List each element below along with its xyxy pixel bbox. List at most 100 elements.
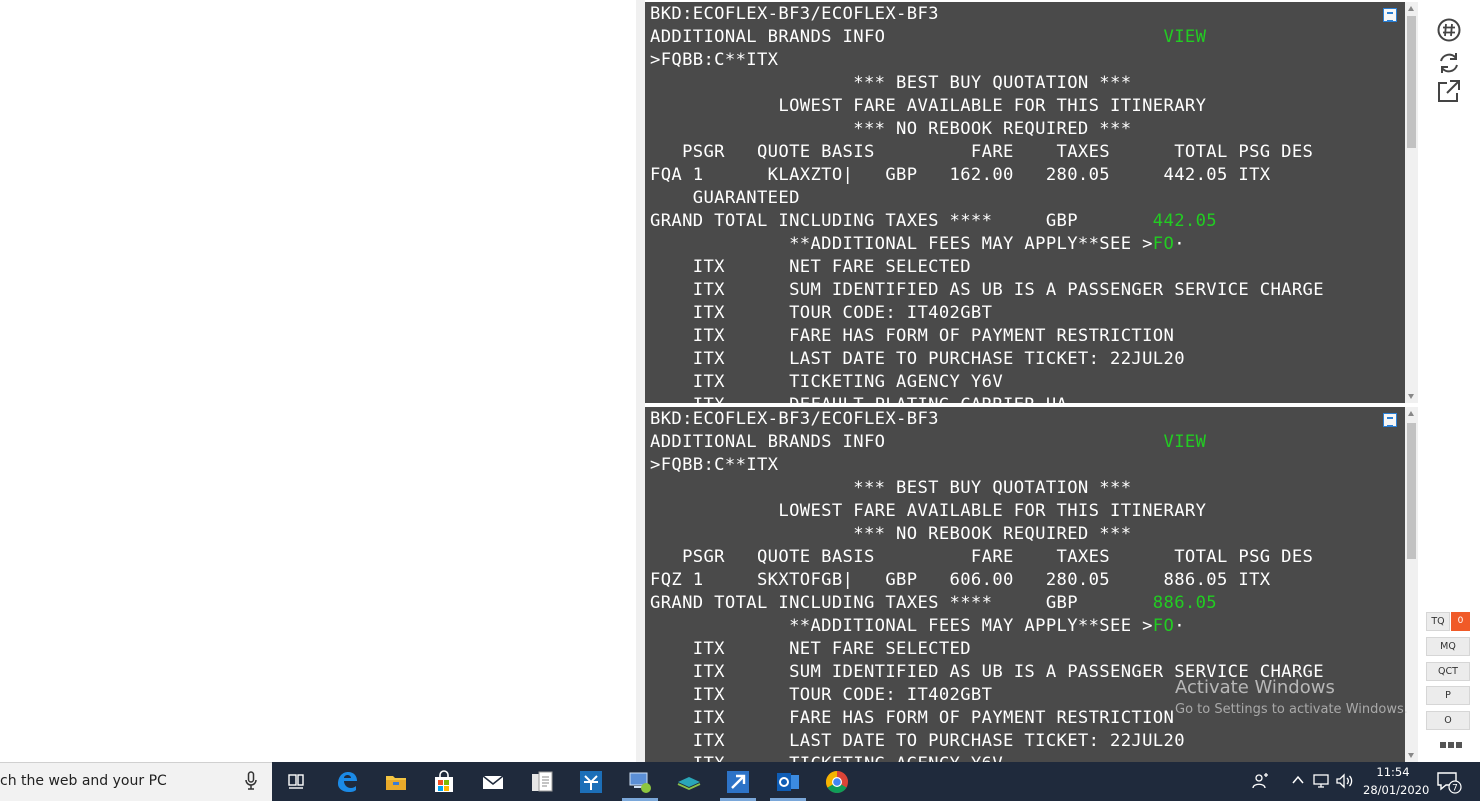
terminal-text: PSGR QUOTE BASIS FARE TAXES TOTAL PSG DE… — [650, 547, 1314, 567]
highlighted-text[interactable]: VIEW — [1164, 27, 1207, 47]
terminal-text: ITX DEFAULT PLATING CARRIER UA — [650, 395, 1067, 403]
store-icon[interactable] — [429, 767, 459, 797]
tq-button[interactable]: TQ — [1426, 612, 1450, 631]
o-button[interactable]: O — [1426, 711, 1470, 730]
terminal-text: GRAND TOTAL INCLUDING TAXES **** GBP — [650, 593, 1153, 613]
qct-button[interactable]: QCT — [1426, 662, 1470, 681]
terminal-text: **ADDITIONAL FEES MAY APPLY**SEE > — [650, 234, 1153, 254]
clock-date[interactable]: 28/01/2020 — [1363, 783, 1429, 797]
terminal-text: ITX FARE HAS FORM OF PAYMENT RESTRICTION — [650, 326, 1175, 346]
terminal-text: ITX NET FARE SELECTED — [650, 257, 971, 277]
layers-icon[interactable] — [674, 767, 704, 797]
terminal-text: ITX TOUR CODE: IT402GBT — [650, 303, 993, 323]
volume-icon[interactable] — [1335, 772, 1355, 790]
more-icon[interactable] — [1440, 742, 1462, 748]
clock-time[interactable]: 11:54 — [1363, 765, 1423, 779]
terminal-text: FQA 1 KLAXZTO| GBP 162.00 280.05 442.05 … — [650, 165, 1271, 185]
terminal-text: · — [1174, 234, 1185, 254]
terminal-text: ITX LAST DATE TO PURCHASE TICKET: 22JUL2… — [650, 349, 1185, 369]
terminal-text: *** NO REBOOK REQUIRED *** — [650, 119, 1132, 139]
terminal-line: FQZ 1 SKXTOFGB| GBP 606.00 280.05 886.05… — [650, 569, 1405, 592]
scroll-down-icon[interactable] — [1408, 394, 1414, 399]
scroll-down-icon[interactable] — [1408, 753, 1414, 758]
terminal-text: **ADDITIONAL FEES MAY APPLY**SEE > — [650, 616, 1153, 636]
terminal-line: GUARANTEED — [650, 187, 1405, 210]
scroll-thumb[interactable] — [1407, 423, 1416, 559]
highlighted-text[interactable]: VIEW — [1164, 432, 1207, 452]
mail-icon[interactable] — [478, 767, 508, 797]
microphone-icon[interactable] — [244, 771, 258, 791]
terminal-line: >FQBB:C**ITX — [650, 454, 1405, 477]
tq-count-badge: 0 — [1451, 612, 1470, 631]
scroll-up-icon[interactable] — [1408, 6, 1414, 11]
chevron-up-icon[interactable] — [1291, 773, 1305, 787]
terminal-text: BKD:ECOFLEX-BF3/ECOFLEX-BF3 — [650, 4, 939, 24]
highlighted-text[interactable]: FO — [1153, 234, 1174, 254]
terminal-text: >FQBB:C**ITX — [650, 50, 779, 70]
terminal-pane-1[interactable]: BKD:ECOFLEX-BF3/ECOFLEX-BF3 ADDITIONAL BR… — [645, 2, 1405, 403]
highlighted-text[interactable]: 442.05 — [1153, 211, 1217, 231]
terminal-text: · — [1174, 616, 1185, 636]
scroll-thumb[interactable] — [1407, 16, 1416, 148]
notification-icon[interactable]: 7 — [1436, 770, 1462, 794]
terminal-line: ITX TOUR CODE: IT402GBT — [650, 302, 1405, 325]
notification-count: 7 — [1452, 784, 1458, 794]
terminal-text: GRAND TOTAL INCLUDING TAXES **** GBP — [650, 211, 1153, 231]
terminal-line: BKD:ECOFLEX-BF3/ECOFLEX-BF3 — [650, 408, 1405, 431]
terminal-text: ITX NET FARE SELECTED — [650, 639, 971, 659]
terminal-line: *** NO REBOOK REQUIRED *** — [650, 118, 1405, 141]
terminal-text: *** NO REBOOK REQUIRED *** — [650, 524, 1132, 544]
minimize-pane-icon[interactable] — [1383, 413, 1397, 427]
terminal-text: ITX TICKETING AGENCY Y6V — [650, 372, 1004, 392]
mq-button[interactable]: MQ — [1426, 637, 1470, 656]
remote-desktop-icon[interactable] — [625, 767, 655, 797]
terminal-text: LOWEST FARE AVAILABLE FOR THIS ITINERARY — [650, 501, 1207, 521]
terminal-text: ITX LAST DATE TO PURCHASE TICKET: 22JUL2… — [650, 731, 1185, 751]
terminal-line: *** BEST BUY QUOTATION *** — [650, 477, 1405, 500]
refresh-icon[interactable] — [1436, 50, 1462, 76]
terminal-line: ITX LAST DATE TO PURCHASE TICKET: 22JUL2… — [650, 348, 1405, 371]
terminal-line: ADDITIONAL BRANDS INFO VIEW — [650, 26, 1405, 49]
chrome-icon[interactable] — [822, 767, 852, 797]
highlighted-text[interactable]: FO — [1153, 616, 1174, 636]
file-explorer-icon[interactable] — [381, 767, 411, 797]
terminal-text: BKD:ECOFLEX-BF3/ECOFLEX-BF3 — [650, 409, 939, 429]
empty-workspace — [0, 0, 636, 762]
terminal-line: ITX TICKETING AGENCY Y6V — [650, 753, 1405, 762]
terminal-line: BKD:ECOFLEX-BF3/ECOFLEX-BF3 — [650, 3, 1405, 26]
terminal-text: ITX TICKETING AGENCY Y6V — [650, 754, 1003, 762]
people-icon[interactable] — [1252, 772, 1270, 790]
terminal-line: LOWEST FARE AVAILABLE FOR THIS ITINERARY — [650, 95, 1405, 118]
terminal-line: ITX DEFAULT PLATING CARRIER UA — [650, 394, 1405, 403]
terminal-text: ITX TOUR CODE: IT402GBT — [650, 685, 993, 705]
pane-1-scrollbar[interactable] — [1405, 2, 1418, 403]
hash-icon[interactable] — [1436, 17, 1462, 43]
terminal-line: LOWEST FARE AVAILABLE FOR THIS ITINERARY — [650, 500, 1405, 523]
terminal-line: ITX TICKETING AGENCY Y6V — [650, 371, 1405, 394]
popout-icon[interactable] — [1436, 78, 1462, 104]
terminal-text: ITX FARE HAS FORM OF PAYMENT RESTRICTION — [650, 708, 1175, 728]
terminal-line: PSGR QUOTE BASIS FARE TAXES TOTAL PSG DE… — [650, 546, 1405, 569]
outlook-icon[interactable] — [773, 767, 803, 797]
terminal-text: *** BEST BUY QUOTATION *** — [650, 73, 1132, 93]
documents-icon[interactable] — [527, 767, 557, 797]
edge-icon[interactable] — [332, 767, 362, 797]
arrow-app-icon[interactable] — [723, 767, 753, 797]
terminal-line: ITX NET FARE SELECTED — [650, 638, 1405, 661]
app-y-icon[interactable] — [576, 767, 606, 797]
terminal-text: GUARANTEED — [650, 188, 800, 208]
p-button[interactable]: P — [1426, 686, 1470, 705]
split-divider[interactable] — [636, 0, 645, 762]
task-view-icon[interactable] — [281, 767, 311, 797]
terminal-line: ITX FARE HAS FORM OF PAYMENT RESTRICTION — [650, 325, 1405, 348]
taskbar-search-placeholder[interactable]: ch the web and your PC — [0, 773, 167, 789]
scroll-up-icon[interactable] — [1408, 411, 1414, 416]
network-icon[interactable] — [1311, 772, 1331, 790]
terminal-line: ITX LAST DATE TO PURCHASE TICKET: 22JUL2… — [650, 730, 1405, 753]
terminal-output-1: BKD:ECOFLEX-BF3/ECOFLEX-BF3 ADDITIONAL BR… — [645, 2, 1405, 403]
minimize-pane-icon[interactable] — [1383, 8, 1397, 22]
terminal-text: LOWEST FARE AVAILABLE FOR THIS ITINERARY — [650, 96, 1207, 116]
terminal-line: >FQBB:C**ITX — [650, 49, 1405, 72]
highlighted-text[interactable]: 886.05 — [1153, 593, 1217, 613]
terminal-line: ADDITIONAL BRANDS INFO VIEW — [650, 431, 1405, 454]
